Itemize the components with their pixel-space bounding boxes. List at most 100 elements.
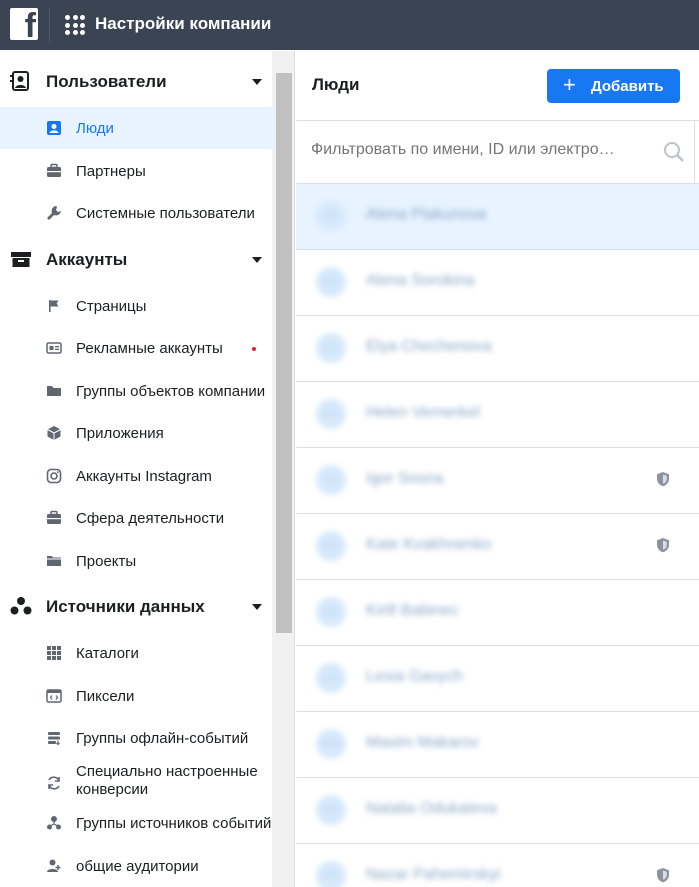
admin-shield-icon bbox=[657, 538, 669, 553]
avatar: NP bbox=[316, 861, 346, 887]
sidebar-item-label: Группы офлайн-событий bbox=[76, 730, 249, 747]
sidebar-item-projects[interactable]: Проекты bbox=[0, 540, 275, 582]
person-row[interactable]: AS Alena Sorokina bbox=[296, 250, 699, 316]
sidebar-item-event-source-groups[interactable]: Группы источников событий bbox=[0, 802, 275, 844]
folder-icon bbox=[47, 386, 61, 396]
refresh-icon bbox=[48, 776, 60, 790]
top-bar: f Настройки компании bbox=[0, 0, 699, 50]
person-row[interactable]: NO Natalia Odukaieva bbox=[296, 778, 699, 844]
catalog-grid-icon bbox=[47, 646, 61, 660]
section-label: Пользователи bbox=[46, 72, 167, 91]
person-row[interactable]: NP Nazar Pahemirskyi bbox=[296, 844, 699, 887]
avatar: NO bbox=[316, 795, 346, 825]
shared-audience-icon bbox=[47, 859, 61, 872]
data-sources-icon bbox=[10, 597, 32, 615]
pixel-code-icon bbox=[46, 689, 62, 703]
wrench-icon bbox=[47, 206, 61, 220]
search-icon[interactable] bbox=[663, 141, 685, 163]
chevron-down-icon bbox=[252, 79, 262, 85]
person-row[interactable]: IS Igor Sosna bbox=[296, 448, 699, 514]
person-row[interactable]: LG Lesia Gavych bbox=[296, 646, 699, 712]
sidebar-item-label: Группы источников событий bbox=[76, 815, 272, 832]
sidebar-item-label: общие аудитории bbox=[76, 858, 199, 875]
sidebar-item-label: Рекламные аккаунты bbox=[76, 340, 223, 357]
cube-icon bbox=[47, 426, 61, 440]
panel-title: Люди bbox=[312, 75, 360, 94]
sidebar-item-label: Группы объектов компании bbox=[76, 383, 266, 400]
person-row[interactable]: AP Alena Plakunova bbox=[296, 184, 699, 250]
person-name: Alena Sorokina bbox=[366, 272, 475, 289]
avatar: AS bbox=[316, 267, 346, 297]
person-row[interactable]: HV Helen Vernerkel bbox=[296, 382, 699, 448]
sidebar-item-catalogs[interactable]: Каталоги bbox=[0, 632, 275, 674]
section-data-sources[interactable]: Источники данных bbox=[0, 586, 275, 626]
sidebar-item-label: Проекты bbox=[76, 553, 137, 570]
sidebar-item-label: Каталоги bbox=[76, 645, 139, 662]
sidebar-item-label: Сфера деятельности bbox=[76, 510, 225, 527]
person-row[interactable]: KK Kate Kvakhnenko bbox=[296, 514, 699, 580]
person-name: Kirill Babinec bbox=[366, 602, 459, 619]
sidebar-item-ad-accounts[interactable]: Рекламные аккаунты bbox=[0, 327, 275, 369]
section-label: Источники данных bbox=[46, 597, 205, 616]
top-bar-divider bbox=[49, 8, 50, 42]
add-people-button[interactable]: + Добавить bbox=[547, 69, 680, 103]
flag-icon bbox=[49, 300, 59, 312]
sidebar-scrollbar-thumb[interactable] bbox=[276, 73, 292, 633]
avatar: AP bbox=[316, 201, 346, 231]
sidebar-item-label: Люди bbox=[76, 120, 114, 137]
admin-shield-icon bbox=[657, 868, 669, 883]
sidebar-item-label: Пиксели bbox=[76, 688, 135, 705]
person-name: Nazar Pahemirskyi bbox=[366, 866, 501, 883]
sidebar-item-label: Приложения bbox=[76, 425, 164, 442]
person-name: Natalia Odukaieva bbox=[366, 800, 497, 817]
person-row[interactable]: MM Maxim Makarov bbox=[296, 712, 699, 778]
sidebar: Пользователи Люди Партнеры Системные пол… bbox=[0, 51, 295, 887]
avatar: KB bbox=[316, 597, 346, 627]
sidebar-item-instagram-accounts[interactable]: Аккаунты Instagram bbox=[0, 455, 275, 497]
avatar: LG bbox=[316, 663, 346, 693]
avatar: HV bbox=[316, 399, 346, 429]
admin-shield-icon bbox=[657, 472, 669, 487]
add-button-label: Добавить bbox=[591, 78, 664, 95]
sidebar-item-line-of-business[interactable]: Сфера деятельности bbox=[0, 497, 275, 539]
filter-bar bbox=[296, 121, 695, 183]
chevron-down-icon bbox=[252, 257, 262, 263]
page-title: Настройки компании bbox=[95, 14, 272, 33]
avatar: MM bbox=[316, 729, 346, 759]
briefcase-icon bbox=[47, 510, 61, 524]
event-sources-icon bbox=[47, 816, 61, 830]
sidebar-item-system-users[interactable]: Системные пользователи bbox=[0, 192, 275, 234]
sidebar-item-shared-audiences[interactable]: общие аудитории bbox=[0, 845, 275, 887]
sidebar-item-partners[interactable]: Партнеры bbox=[0, 150, 275, 192]
sidebar-item-offline-event-sets[interactable]: Группы офлайн-событий bbox=[0, 717, 275, 759]
person-name: Kate Kvakhnenko bbox=[366, 536, 492, 553]
avatar: KK bbox=[316, 531, 346, 561]
instagram-icon bbox=[46, 468, 62, 484]
archive-box-icon bbox=[11, 252, 31, 267]
plus-icon: + bbox=[563, 72, 576, 97]
sidebar-item-label: Страницы bbox=[76, 298, 147, 315]
facebook-logo[interactable]: f bbox=[10, 8, 38, 43]
sidebar-item-people[interactable]: Люди bbox=[0, 107, 275, 149]
sidebar-item-label: Аккаунты Instagram bbox=[76, 468, 212, 485]
apps-grid-icon[interactable] bbox=[65, 15, 85, 35]
person-name: Lesia Gavych bbox=[366, 668, 463, 685]
person-row[interactable]: KB Kirill Babinec bbox=[296, 580, 699, 646]
sidebar-item-label: Системные пользователи bbox=[76, 205, 255, 222]
section-users[interactable]: Пользователи bbox=[0, 61, 275, 101]
ad-account-icon bbox=[46, 342, 62, 354]
sidebar-item-pixels[interactable]: Пиксели bbox=[0, 675, 275, 717]
person-name: Elya Chechenova bbox=[366, 338, 492, 355]
person-name: Igor Sosna bbox=[366, 470, 444, 487]
project-folder-icon bbox=[47, 556, 61, 566]
briefcase-icon bbox=[47, 163, 61, 177]
section-accounts[interactable]: Аккаунты bbox=[0, 239, 275, 279]
users-id-icon bbox=[10, 71, 29, 91]
sidebar-item-business-asset-groups[interactable]: Группы объектов компании bbox=[0, 370, 275, 412]
person-name: Helen Vernerkel bbox=[366, 404, 480, 421]
sidebar-item-apps[interactable]: Приложения bbox=[0, 412, 275, 454]
filter-input[interactable] bbox=[311, 141, 651, 159]
person-row[interactable]: EC Elya Chechenova bbox=[296, 316, 699, 382]
sidebar-item-pages[interactable]: Страницы bbox=[0, 285, 275, 327]
sidebar-item-label: Специально настроенные конверсии bbox=[76, 763, 258, 798]
